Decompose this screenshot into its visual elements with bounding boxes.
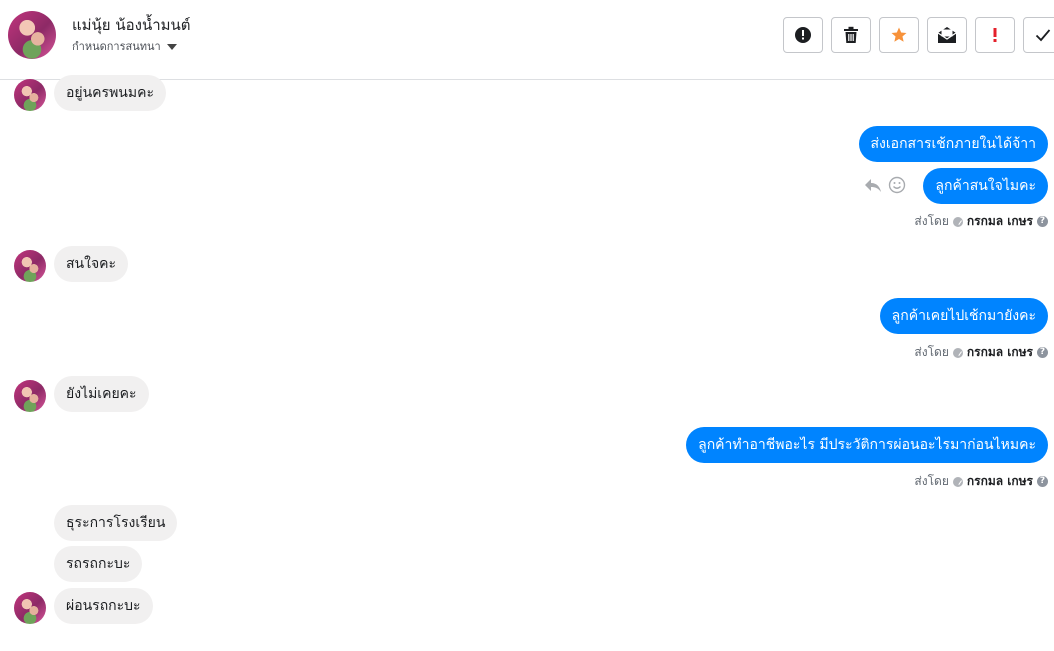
sent-by-attribution: ส่งโดย กรกมล เกษร ? bbox=[914, 343, 1048, 362]
incoming-message[interactable]: ยังไม่เคยคะ bbox=[54, 376, 149, 412]
contact-avatar-small[interactable] bbox=[14, 380, 46, 412]
incoming-message[interactable]: รถรถกะบะ bbox=[54, 546, 143, 582]
verified-icon bbox=[952, 347, 963, 358]
contact-avatar-small[interactable] bbox=[14, 592, 46, 624]
sent-by-attribution: ส่งโดย กรกมล เกษร ? bbox=[914, 212, 1048, 231]
help-icon[interactable]: ? bbox=[1037, 216, 1048, 227]
star-button[interactable] bbox=[879, 17, 919, 53]
envelope-open-icon bbox=[937, 27, 957, 43]
incoming-message[interactable]: อยู่นครพนมคะ bbox=[54, 75, 166, 111]
sent-by-prefix: ส่งโดย bbox=[914, 214, 949, 228]
outgoing-message[interactable]: ลูกค้าสนใจไมคะ bbox=[923, 168, 1048, 204]
contact-avatar-small[interactable] bbox=[14, 250, 46, 282]
sent-by-name[interactable]: กรกมล เกษร bbox=[967, 212, 1033, 231]
conversation-header: แม่นุ้ย น้องน้ำมนต์ กำหนดการสนทนา bbox=[0, 0, 1054, 80]
conversation-settings-label: กำหนดการสนทนา bbox=[72, 40, 161, 53]
sent-by-prefix: ส่งโดย bbox=[914, 345, 949, 359]
outgoing-message[interactable]: ลูกค้าเคยไปเช้กมายังคะ bbox=[879, 298, 1048, 334]
star-icon bbox=[891, 27, 907, 42]
help-icon[interactable]: ? bbox=[1037, 347, 1048, 358]
verified-icon bbox=[952, 476, 963, 487]
incoming-message[interactable]: สนใจคะ bbox=[54, 246, 129, 282]
sent-by-prefix: ส่งโดย bbox=[914, 474, 949, 488]
emoji-react-icon[interactable] bbox=[888, 176, 906, 194]
report-spam-button[interactable] bbox=[783, 17, 823, 53]
sent-by-name[interactable]: กรกมล เกษร bbox=[967, 472, 1033, 491]
outgoing-message[interactable]: ลูกค้าทำอาชีพอะไร มีประวัติการผ่อนอะไรมา… bbox=[686, 427, 1048, 463]
incoming-message[interactable]: ธุระการโรงเรียน bbox=[54, 505, 178, 541]
exclamation-icon bbox=[993, 28, 997, 42]
contact-avatar[interactable] bbox=[8, 11, 56, 59]
reply-icon[interactable] bbox=[864, 177, 882, 193]
conversation-settings-dropdown[interactable]: กำหนดการสนทนา bbox=[72, 37, 177, 55]
outgoing-message[interactable]: ส่งเอกสารเช้กภายในได้จ้าา bbox=[858, 126, 1048, 162]
conversation-toolbar bbox=[783, 17, 1054, 53]
contact-name[interactable]: แม่นุ้ย น้องน้ำมนต์ bbox=[72, 13, 191, 37]
delete-button[interactable] bbox=[831, 17, 871, 53]
mark-done-button[interactable] bbox=[1023, 17, 1054, 53]
contact-avatar-small[interactable] bbox=[14, 79, 46, 111]
mark-important-button[interactable] bbox=[975, 17, 1015, 53]
message-hover-actions bbox=[864, 176, 906, 194]
verified-icon bbox=[952, 216, 963, 227]
caret-down-icon bbox=[166, 43, 177, 50]
sent-by-name[interactable]: กรกมล เกษร bbox=[967, 343, 1033, 362]
sent-by-attribution: ส่งโดย กรกมล เกษร ? bbox=[914, 472, 1048, 491]
trash-icon bbox=[844, 26, 858, 43]
checkmark-icon bbox=[1035, 29, 1051, 42]
incoming-message[interactable]: ผ่อนรถกะบะ bbox=[54, 588, 153, 624]
help-icon[interactable]: ? bbox=[1037, 476, 1048, 487]
mark-unread-button[interactable] bbox=[927, 17, 967, 53]
exclamation-circle-icon bbox=[795, 27, 811, 43]
